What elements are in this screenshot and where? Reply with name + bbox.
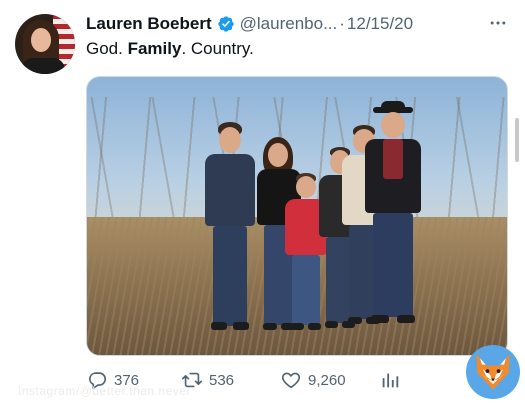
- like-button[interactable]: 9,260: [280, 369, 346, 391]
- author-name[interactable]: Lauren Boebert: [86, 14, 212, 34]
- more-options-icon[interactable]: [486, 13, 510, 33]
- watermark: Instagram/@better.than.never: [18, 384, 191, 398]
- fox-logo-icon: [466, 345, 520, 399]
- header-separator: ·: [339, 14, 345, 33]
- author-handle[interactable]: @laurenbo...: [240, 14, 338, 34]
- tweet-date[interactable]: 12/15/20: [347, 14, 413, 34]
- scrollbar[interactable]: [515, 118, 519, 162]
- retweet-count: 536: [209, 371, 235, 389]
- photo-person: [359, 101, 425, 331]
- tweet-photo[interactable]: [86, 76, 508, 356]
- author-avatar[interactable]: [15, 14, 75, 74]
- like-icon: [281, 372, 301, 389]
- photo-person: [199, 122, 259, 342]
- tweet-card[interactable]: Lauren Boebert @laurenbo... · 12/15/20 G…: [0, 0, 525, 404]
- stats-icon: [382, 373, 399, 388]
- stats-button[interactable]: [379, 369, 401, 391]
- like-count: 9,260: [308, 371, 346, 389]
- verified-badge-icon: [217, 15, 235, 33]
- tweet-text: God. Family. Country.: [86, 39, 254, 58]
- tweet-header: Lauren Boebert @laurenbo... · 12/15/20: [86, 13, 413, 35]
